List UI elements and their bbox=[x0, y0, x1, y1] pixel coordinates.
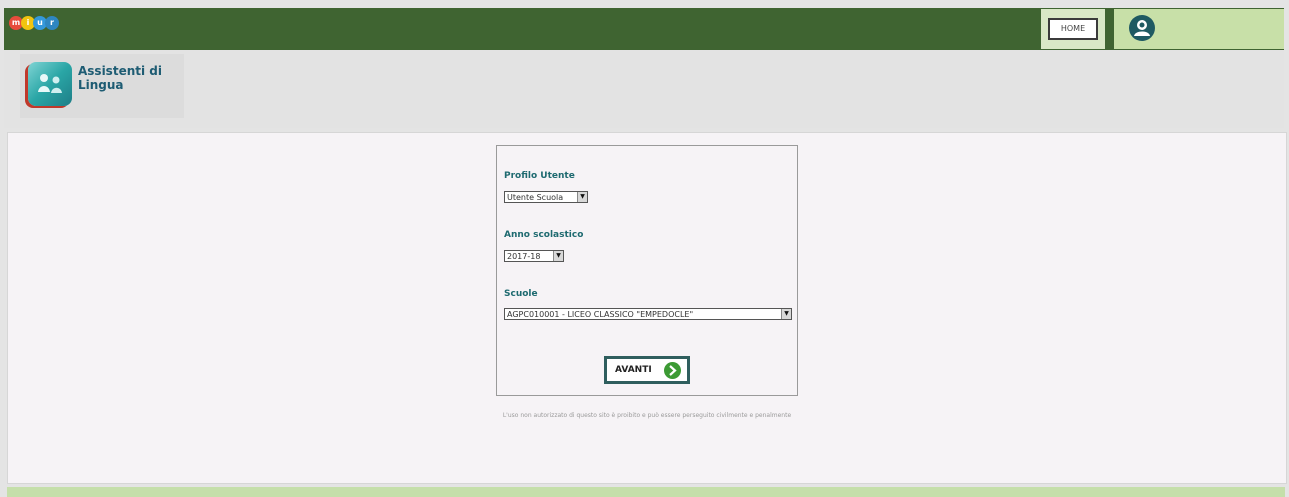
home-container: HOME bbox=[1041, 9, 1105, 49]
app-header: Assistenti di Lingua bbox=[4, 50, 1284, 128]
user-account-icon[interactable] bbox=[1129, 15, 1155, 41]
login-form: Profilo Utente Utente Scuola ▼ Anno scol… bbox=[496, 145, 798, 396]
legal-disclaimer: L'uso non autorizzato di questo sito è p… bbox=[502, 412, 792, 419]
app-logo-area[interactable]: Assistenti di Lingua bbox=[20, 54, 184, 118]
scuole-select[interactable]: AGPC010001 - LICEO CLASSICO "EMPEDOCLE" … bbox=[504, 308, 792, 320]
assistenti-logo-icon bbox=[28, 62, 72, 106]
app-title-line2: Lingua bbox=[78, 78, 124, 92]
chevron-down-icon: ▼ bbox=[553, 251, 563, 261]
app-title: Assistenti di Lingua bbox=[78, 64, 188, 92]
arrow-right-icon bbox=[664, 362, 681, 379]
miur-logo: m i u r bbox=[9, 16, 59, 30]
avanti-button[interactable]: AVANTI bbox=[604, 356, 690, 384]
main-content: Profilo Utente Utente Scuola ▼ Anno scol… bbox=[7, 132, 1287, 484]
scuole-value: AGPC010001 - LICEO CLASSICO "EMPEDOCLE" bbox=[507, 310, 694, 319]
profilo-utente-value: Utente Scuola bbox=[507, 193, 564, 202]
logo-letter-r: r bbox=[45, 16, 59, 30]
scuole-label: Scuole bbox=[504, 289, 538, 299]
user-area bbox=[1114, 9, 1284, 49]
app-title-line1: Assistenti di bbox=[78, 64, 162, 78]
anno-scolastico-label: Anno scolastico bbox=[504, 230, 584, 240]
profilo-utente-select[interactable]: Utente Scuola ▼ bbox=[504, 191, 588, 203]
footer-bar bbox=[7, 487, 1285, 497]
anno-scolastico-select[interactable]: 2017-18 ▼ bbox=[504, 250, 564, 262]
avanti-label: AVANTI bbox=[615, 365, 652, 375]
profilo-utente-label: Profilo Utente bbox=[504, 171, 575, 181]
anno-scolastico-value: 2017-18 bbox=[507, 252, 541, 261]
chevron-down-icon: ▼ bbox=[781, 309, 791, 319]
home-button[interactable]: HOME bbox=[1048, 18, 1098, 40]
chevron-down-icon: ▼ bbox=[577, 192, 587, 202]
